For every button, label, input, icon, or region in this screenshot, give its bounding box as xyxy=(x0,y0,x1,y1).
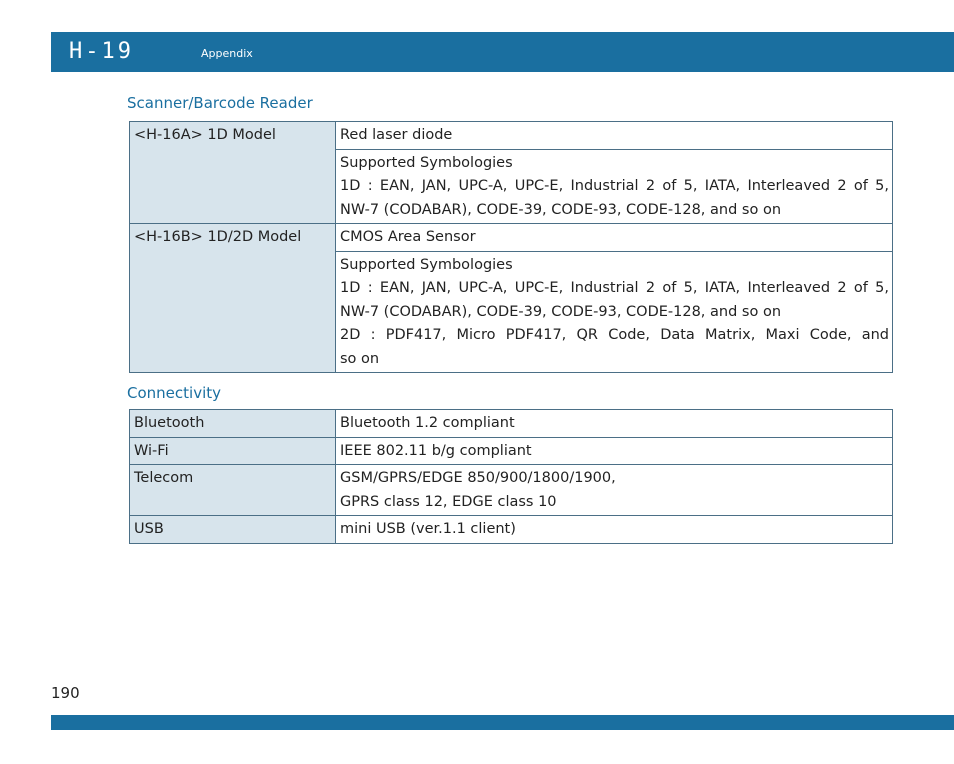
symbologies-line: 2D : PDF417, Micro PDF417, QR Code, Data… xyxy=(340,327,889,343)
symbologies-line: 1D : EAN, JAN, UPC-A, UPC-E, Industrial … xyxy=(340,280,889,296)
table-row: USB mini USB (ver.1.1 client) xyxy=(129,515,893,544)
bluetooth-label: Bluetooth xyxy=(129,409,336,438)
symbologies-line: so on xyxy=(340,350,380,367)
usb-label: USB xyxy=(129,515,336,544)
table-row: Wi-Fi IEEE 802.11 b/g compliant xyxy=(129,436,893,465)
telecom-line: GPRS class 12, EDGE class 10 xyxy=(340,493,557,510)
symbologies-line: 1D : EAN, JAN, UPC-A, UPC-E, Industrial … xyxy=(340,178,889,194)
connectivity-heading: Connectivity xyxy=(127,384,221,402)
h16a-symbologies: Supported Symbologies 1D : EAN, JAN, UPC… xyxy=(335,148,893,224)
symbologies-line: NW-7 (CODABAR), CODE-39, CODE-93, CODE-1… xyxy=(340,303,782,320)
wifi-value: IEEE 802.11 b/g compliant xyxy=(335,436,893,465)
footer-bar xyxy=(51,715,954,730)
h16a-label: <H-16A> 1D Model xyxy=(129,121,336,224)
table-row: <H-16A> 1D Model Red laser diode xyxy=(129,121,893,224)
bluetooth-value: Bluetooth 1.2 compliant xyxy=(335,409,893,438)
telecom-label: Telecom xyxy=(129,464,336,516)
scanner-heading: Scanner/Barcode Reader xyxy=(127,94,313,112)
h16a-sensor: Red laser diode xyxy=(335,121,893,150)
header-bar: H-19 Appendix xyxy=(51,32,954,72)
scanner-table: <H-16A> 1D Model Red laser diode Support… xyxy=(129,121,893,373)
connectivity-table: Bluetooth Bluetooth 1.2 compliant Wi-Fi … xyxy=(129,409,893,544)
telecom-value: GSM/GPRS/EDGE 850/900/1800/1900, GPRS cl… xyxy=(335,464,893,516)
symbologies-title: Supported Symbologies xyxy=(340,154,513,171)
telecom-line: GSM/GPRS/EDGE 850/900/1800/1900, xyxy=(340,470,616,486)
h16b-symbologies: Supported Symbologies 1D : EAN, JAN, UPC… xyxy=(335,250,893,373)
page-number: 190 xyxy=(51,684,80,702)
wifi-label: Wi-Fi xyxy=(129,436,336,465)
usb-value: mini USB (ver.1.1 client) xyxy=(335,515,893,544)
chapter-code: H-19 xyxy=(69,39,134,64)
table-row: Bluetooth Bluetooth 1.2 compliant xyxy=(129,409,893,438)
table-row: <H-16B> 1D/2D Model CMOS Area Sensor xyxy=(129,223,893,373)
table-row: Telecom GSM/GPRS/EDGE 850/900/1800/1900,… xyxy=(129,464,893,516)
h16b-label: <H-16B> 1D/2D Model xyxy=(129,223,336,373)
symbologies-title: Supported Symbologies xyxy=(340,256,513,273)
symbologies-line: NW-7 (CODABAR), CODE-39, CODE-93, CODE-1… xyxy=(340,201,782,218)
h16b-sensor: CMOS Area Sensor xyxy=(335,223,893,252)
chapter-title: Appendix xyxy=(201,47,253,60)
